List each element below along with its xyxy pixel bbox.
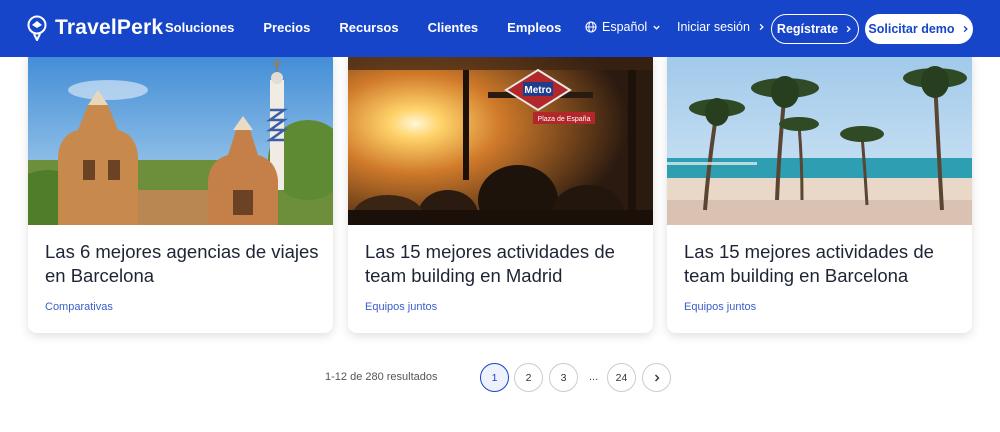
- article-title[interactable]: Las 15 mejores actividades de team build…: [684, 240, 964, 288]
- article-category[interactable]: Equipos juntos: [684, 301, 756, 313]
- brand-name: TravelPerk: [55, 16, 164, 39]
- travelperk-logo-icon: [27, 15, 47, 41]
- article-title[interactable]: Las 6 mejores agencias de viajes en Barc…: [45, 240, 325, 288]
- login-link[interactable]: Iniciar sesión: [677, 20, 766, 34]
- article-image-park-guell: [28, 50, 333, 225]
- nav-link-clientes[interactable]: Clientes: [428, 20, 479, 35]
- register-label: Regístrate: [776, 22, 839, 36]
- top-navbar: TravelPerk Soluciones Precios Recursos C…: [0, 0, 1000, 57]
- pagination-ellipsis: ...: [589, 371, 599, 383]
- metro-sign-text: Metro: [524, 85, 551, 96]
- results-count: 1-12 de 280 resultados: [325, 371, 438, 383]
- article-card[interactable]: Metro Plaza de España Las 15 mejores act…: [348, 50, 653, 333]
- login-label: Iniciar sesión: [677, 20, 750, 34]
- language-selector[interactable]: Español: [585, 20, 661, 34]
- nav-link-recursos[interactable]: Recursos: [339, 20, 398, 35]
- chevron-down-icon: [653, 25, 660, 30]
- next-page-button[interactable]: [642, 363, 671, 392]
- main-nav: Soluciones Precios Recursos Clientes Emp…: [165, 20, 590, 35]
- nav-link-soluciones[interactable]: Soluciones: [165, 20, 234, 35]
- page-button-1[interactable]: 1: [480, 363, 509, 392]
- article-title[interactable]: Las 15 mejores actividades de team build…: [365, 240, 645, 288]
- article-card[interactable]: Las 6 mejores agencias de viajes en Barc…: [28, 50, 333, 333]
- page-button-3[interactable]: 3: [549, 363, 578, 392]
- chevron-right-icon: [654, 374, 659, 381]
- article-card[interactable]: Las 15 mejores actividades de team build…: [667, 50, 972, 333]
- language-label: Español: [602, 20, 648, 34]
- globe-icon: [585, 21, 597, 33]
- article-category[interactable]: Equipos juntos: [365, 301, 437, 313]
- article-image-metro-madrid: Metro Plaza de España: [348, 50, 653, 225]
- plaza-sign-text: Plaza de España: [538, 116, 591, 123]
- article-image-barcelona-beach: [667, 50, 972, 225]
- page-button-2[interactable]: 2: [514, 363, 543, 392]
- nav-link-empleos[interactable]: Empleos: [507, 20, 561, 35]
- request-demo-label: Solicitar demo: [868, 22, 955, 36]
- nav-link-precios[interactable]: Precios: [263, 20, 310, 35]
- chevron-right-icon: [963, 25, 968, 33]
- request-demo-button[interactable]: Solicitar demo: [865, 14, 973, 44]
- chevron-right-icon: [846, 25, 851, 33]
- page-button-24[interactable]: 24: [607, 363, 636, 392]
- register-button[interactable]: Regístrate: [771, 14, 859, 44]
- brand-logo[interactable]: TravelPerk: [26, 15, 163, 41]
- article-category[interactable]: Comparativas: [45, 301, 113, 313]
- chevron-right-icon: [759, 23, 764, 31]
